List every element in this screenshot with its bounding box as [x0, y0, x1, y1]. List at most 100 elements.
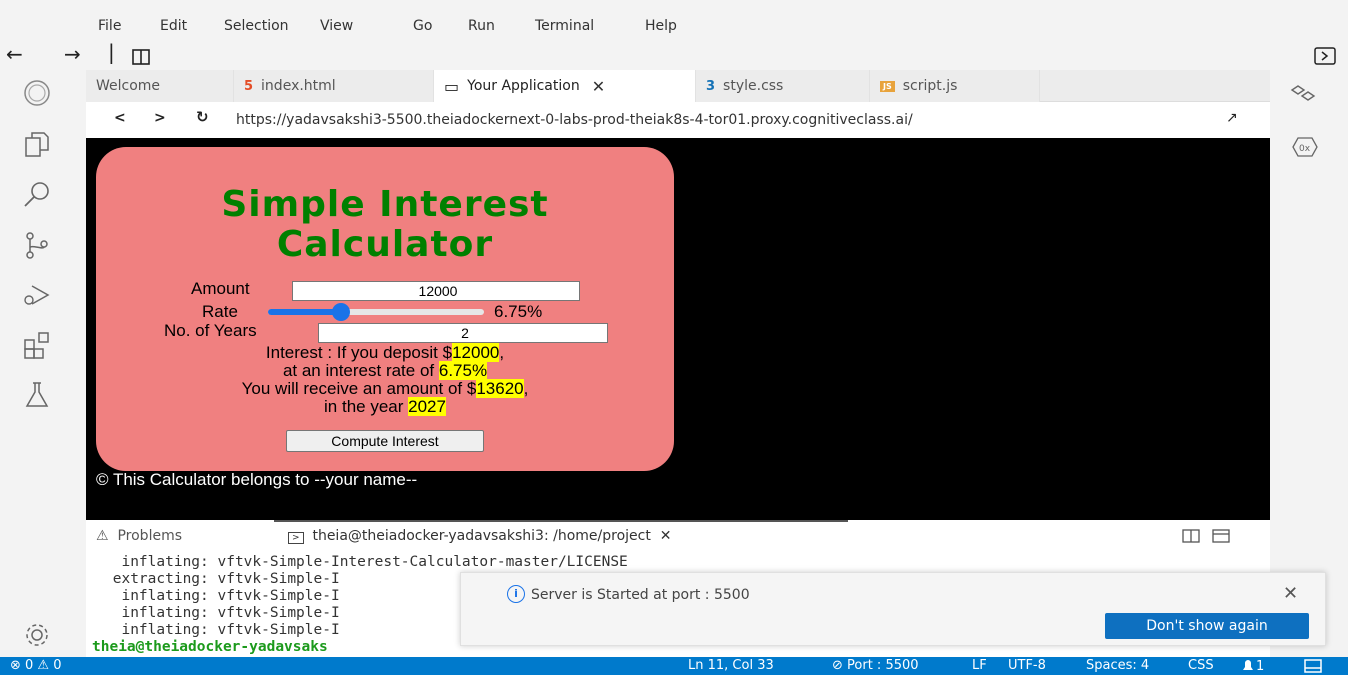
preview-toolbar: < > ↻ https://yadavsakshi3-5500.theiadoc… [86, 102, 1270, 138]
menu-bar: File Edit Selection View Go Run Terminal… [0, 0, 1348, 38]
terminal-icon: > [288, 532, 304, 544]
preview-reload-icon[interactable]: ↻ [196, 108, 209, 126]
app-preview: Simple Interest Calculator Amount 12000 … [86, 138, 1270, 520]
open-external-icon[interactable]: ↗ [1226, 110, 1238, 126]
interest-rate: 6.75% [438, 361, 488, 380]
panel-tabs: ⚠ Problems > theia@theiadocker-yadavsaks… [86, 520, 1270, 548]
memory-inspector-icon[interactable]: 0x [1290, 132, 1320, 162]
tab-style-css[interactable]: 3 style.css [696, 70, 870, 102]
language-mode[interactable]: CSS [1188, 658, 1214, 673]
svg-text:0x: 0x [1299, 144, 1311, 154]
dont-show-again-button[interactable]: Don't show again [1105, 613, 1309, 639]
maximize-panel-icon[interactable] [1212, 528, 1230, 547]
tab-close-icon[interactable]: ✕ [592, 77, 605, 96]
editor-tabs: Welcome 5 index.html ▭ Your Application … [86, 70, 1270, 102]
css-file-icon: 3 [706, 78, 716, 94]
app-title-line2: Calculator [276, 224, 494, 265]
toggle-panel-icon[interactable] [1314, 46, 1336, 70]
testing-flask-icon[interactable] [20, 378, 54, 412]
terminal-line: inflating: vftvk-Simple-Interest-Calcula… [104, 554, 628, 570]
nav-separator: | [108, 40, 115, 64]
tab-script-js[interactable]: JS script.js [870, 70, 1040, 102]
indentation[interactable]: Spaces: 4 [1086, 658, 1149, 673]
search-icon[interactable] [20, 178, 54, 212]
source-control-icon[interactable] [20, 228, 54, 262]
result-text: You will receive an amount of $ [241, 379, 477, 398]
forward-arrow-icon[interactable]: → [64, 42, 81, 66]
explorer-icon[interactable] [20, 128, 54, 162]
rate-slider-thumb[interactable] [332, 303, 351, 321]
result-line-4: in the year 2027 [96, 397, 674, 417]
result-line-3: You will receive an amount of $13620, [96, 379, 674, 399]
tab-label: script.js [902, 78, 958, 94]
cursor-position[interactable]: Ln 11, Col 33 [688, 658, 774, 673]
app-title-line1: Simple Interest [221, 184, 549, 225]
rate-slider-fill [268, 309, 342, 315]
calculator-card: Simple Interest Calculator Amount 12000 … [96, 147, 674, 471]
tab-label: Your Application [467, 78, 580, 94]
preview-forward-icon[interactable]: > [154, 110, 166, 126]
receive-amount: 13620 [476, 379, 524, 398]
app-title: Simple Interest Calculator [96, 185, 674, 265]
result-text: , [523, 379, 529, 398]
menu-go[interactable]: Go [413, 18, 432, 34]
split-layout-icon[interactable] [132, 46, 150, 70]
tab-terminal[interactable]: > theia@theiadocker-yadavsakshi3: /home/… [288, 528, 671, 544]
tab-problems[interactable]: ⚠ Problems [96, 528, 182, 544]
result-text: in the year [324, 397, 409, 416]
result-line-1: Interest : If you deposit $12000, [96, 343, 674, 363]
active-tab-indicator [274, 520, 848, 522]
outline-icon[interactable] [1288, 80, 1318, 110]
years-input[interactable]: 2 [318, 323, 608, 343]
result-text: at an interest rate of [282, 361, 439, 380]
preview-back-icon[interactable]: < [114, 110, 126, 126]
menu-view[interactable]: View [320, 18, 353, 34]
toggle-bottom-panel-icon[interactable] [1304, 659, 1322, 675]
js-file-icon: JS [880, 80, 895, 92]
tab-index-html[interactable]: 5 index.html [234, 70, 434, 102]
notifications-bell-icon[interactable]: 1 [1240, 658, 1264, 674]
preview-window-icon: ▭ [444, 76, 460, 96]
result-year: 2027 [408, 397, 446, 416]
problems-count[interactable]: ⊗ 0 ⚠ 0 [10, 658, 62, 673]
encoding[interactable]: UTF-8 [1008, 658, 1046, 673]
result-line-2: at an interest rate of 6.75% [96, 361, 674, 381]
tab-label: style.css [723, 78, 784, 94]
compute-interest-button[interactable]: Compute Interest [286, 430, 484, 452]
terminal-close-icon[interactable]: ✕ [660, 528, 672, 544]
menu-terminal[interactable]: Terminal [535, 18, 594, 34]
notification-toast: i Server is Started at port : 5500 ✕ Don… [460, 572, 1326, 646]
preview-url[interactable]: https://yadavsakshi3-5500.theiadockernex… [236, 112, 913, 128]
amount-label: Amount [191, 279, 250, 298]
tab-your-application[interactable]: ▭ Your Application ✕ [434, 70, 696, 102]
split-terminal-icon[interactable] [1182, 528, 1200, 547]
info-icon: i [507, 585, 525, 603]
tab-label: index.html [261, 78, 336, 94]
back-arrow-icon[interactable]: ← [6, 42, 23, 66]
menu-run[interactable]: Run [468, 18, 495, 34]
theia-logo-icon[interactable] [20, 76, 54, 110]
years-label: No. of Years [164, 321, 257, 340]
port-status[interactable]: ⊘ Port : 5500 [832, 658, 919, 673]
settings-gear-icon[interactable] [20, 618, 54, 652]
menu-edit[interactable]: Edit [160, 18, 187, 34]
rate-value: 6.75% [494, 302, 543, 321]
amount-input[interactable]: 12000 [292, 281, 580, 301]
notification-close-icon[interactable]: ✕ [1283, 583, 1298, 604]
rate-label: Rate [202, 302, 238, 321]
notification-message: Server is Started at port : 5500 [531, 587, 750, 603]
menu-selection[interactable]: Selection [224, 18, 289, 34]
tab-label: theia@theiadocker-yadavsakshi3: /home/pr… [312, 528, 651, 544]
run-debug-icon[interactable] [20, 278, 54, 312]
copyright-footer: © This Calculator belongs to --your name… [96, 470, 418, 489]
deposit-amount: 12000 [452, 343, 500, 362]
extensions-icon[interactable] [20, 328, 54, 362]
menu-file[interactable]: File [98, 18, 121, 34]
tab-welcome[interactable]: Welcome [86, 70, 234, 102]
line-ending[interactable]: LF [972, 658, 987, 673]
result-text: Interest : If you deposit $ [265, 343, 453, 362]
result-text: , [499, 343, 505, 362]
nav-row: ← → | [0, 40, 1348, 70]
menu-help[interactable]: Help [645, 18, 677, 34]
tab-label: Problems [117, 528, 182, 544]
